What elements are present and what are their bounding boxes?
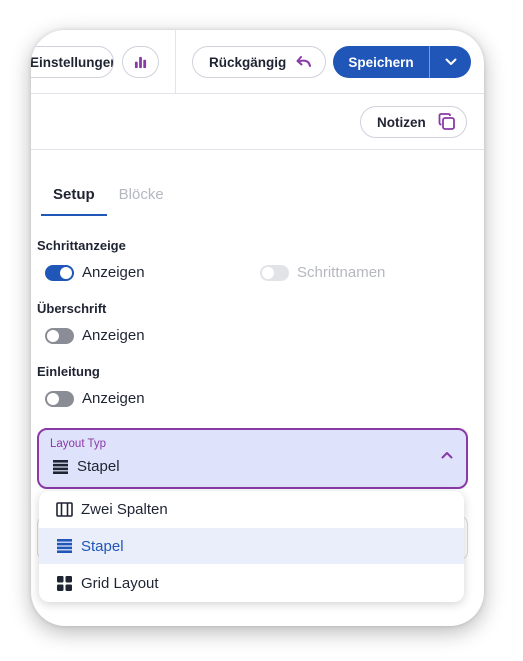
stack-icon bbox=[55, 539, 73, 553]
heading-show-toggle[interactable] bbox=[45, 327, 74, 344]
step-display-show-toggle-row[interactable]: Anzeigen bbox=[45, 264, 145, 281]
chevron-down-icon bbox=[445, 58, 457, 66]
settings-button[interactable]: Einstellungen bbox=[31, 46, 114, 78]
layout-option-label: Grid Layout bbox=[81, 574, 159, 592]
layout-type-label: Layout Typ bbox=[50, 438, 107, 450]
stats-button[interactable] bbox=[122, 46, 159, 78]
step-names-toggle-row[interactable]: Schrittnamen bbox=[260, 264, 385, 281]
step-display-heading: Schrittanzeige bbox=[37, 238, 126, 253]
intro-show-toggle-row[interactable]: Anzeigen bbox=[45, 390, 145, 407]
heading-show-toggle-row[interactable]: Anzeigen bbox=[45, 327, 145, 344]
secondary-toolbar: Notizen bbox=[31, 94, 484, 150]
layout-option-two-columns[interactable]: Zwei Spalten bbox=[39, 491, 464, 527]
settings-label: Einstellungen bbox=[31, 54, 114, 70]
layout-type-value: Stapel bbox=[53, 458, 120, 475]
heading-show-label: Anzeigen bbox=[82, 327, 145, 344]
step-names-label: Schrittnamen bbox=[297, 264, 386, 281]
layout-option-label: Stapel bbox=[81, 537, 124, 555]
panel-tabs: Setup Blöcke bbox=[41, 182, 176, 216]
step-display-show-label: Anzeigen bbox=[82, 264, 145, 281]
toolbar-divider bbox=[175, 30, 176, 94]
step-display-show-toggle[interactable] bbox=[45, 264, 74, 281]
grid-icon bbox=[55, 575, 73, 591]
undo-button[interactable]: Rückgängig bbox=[192, 46, 326, 78]
layout-option-label: Zwei Spalten bbox=[81, 500, 168, 518]
layout-type-dropdown: Zwei Spalten Stapel Grid Layout bbox=[39, 491, 464, 602]
two-columns-icon bbox=[55, 501, 73, 517]
notes-label: Notizen bbox=[377, 114, 426, 130]
save-button-group: Speichern bbox=[333, 46, 471, 78]
undo-icon bbox=[296, 56, 312, 68]
heading-section-title: Überschrift bbox=[37, 301, 107, 316]
undo-label: Rückgängig bbox=[209, 54, 287, 70]
copy-icon bbox=[438, 113, 456, 131]
app-window: Einstellungen Rückgängig Speichern Notiz… bbox=[31, 30, 484, 626]
layout-option-grid[interactable]: Grid Layout bbox=[39, 565, 464, 601]
intro-show-toggle[interactable] bbox=[45, 390, 74, 407]
step-names-toggle[interactable] bbox=[260, 264, 289, 281]
save-button[interactable]: Speichern bbox=[333, 46, 429, 78]
layout-type-value-text: Stapel bbox=[77, 458, 120, 475]
stack-icon bbox=[53, 459, 68, 474]
chevron-up-icon bbox=[441, 451, 453, 459]
bar-chart-icon bbox=[134, 56, 147, 69]
layout-option-stack[interactable]: Stapel bbox=[39, 528, 464, 564]
intro-show-label: Anzeigen bbox=[82, 390, 145, 407]
layout-type-select[interactable]: Layout Typ Stapel bbox=[37, 428, 468, 489]
top-toolbar: Einstellungen Rückgängig Speichern bbox=[31, 30, 484, 94]
notes-button[interactable]: Notizen bbox=[360, 106, 467, 138]
save-options-button[interactable] bbox=[430, 46, 471, 78]
intro-section-title: Einleitung bbox=[37, 364, 100, 379]
tab-setup[interactable]: Setup bbox=[41, 182, 107, 216]
tab-blocks[interactable]: Blöcke bbox=[107, 182, 176, 216]
